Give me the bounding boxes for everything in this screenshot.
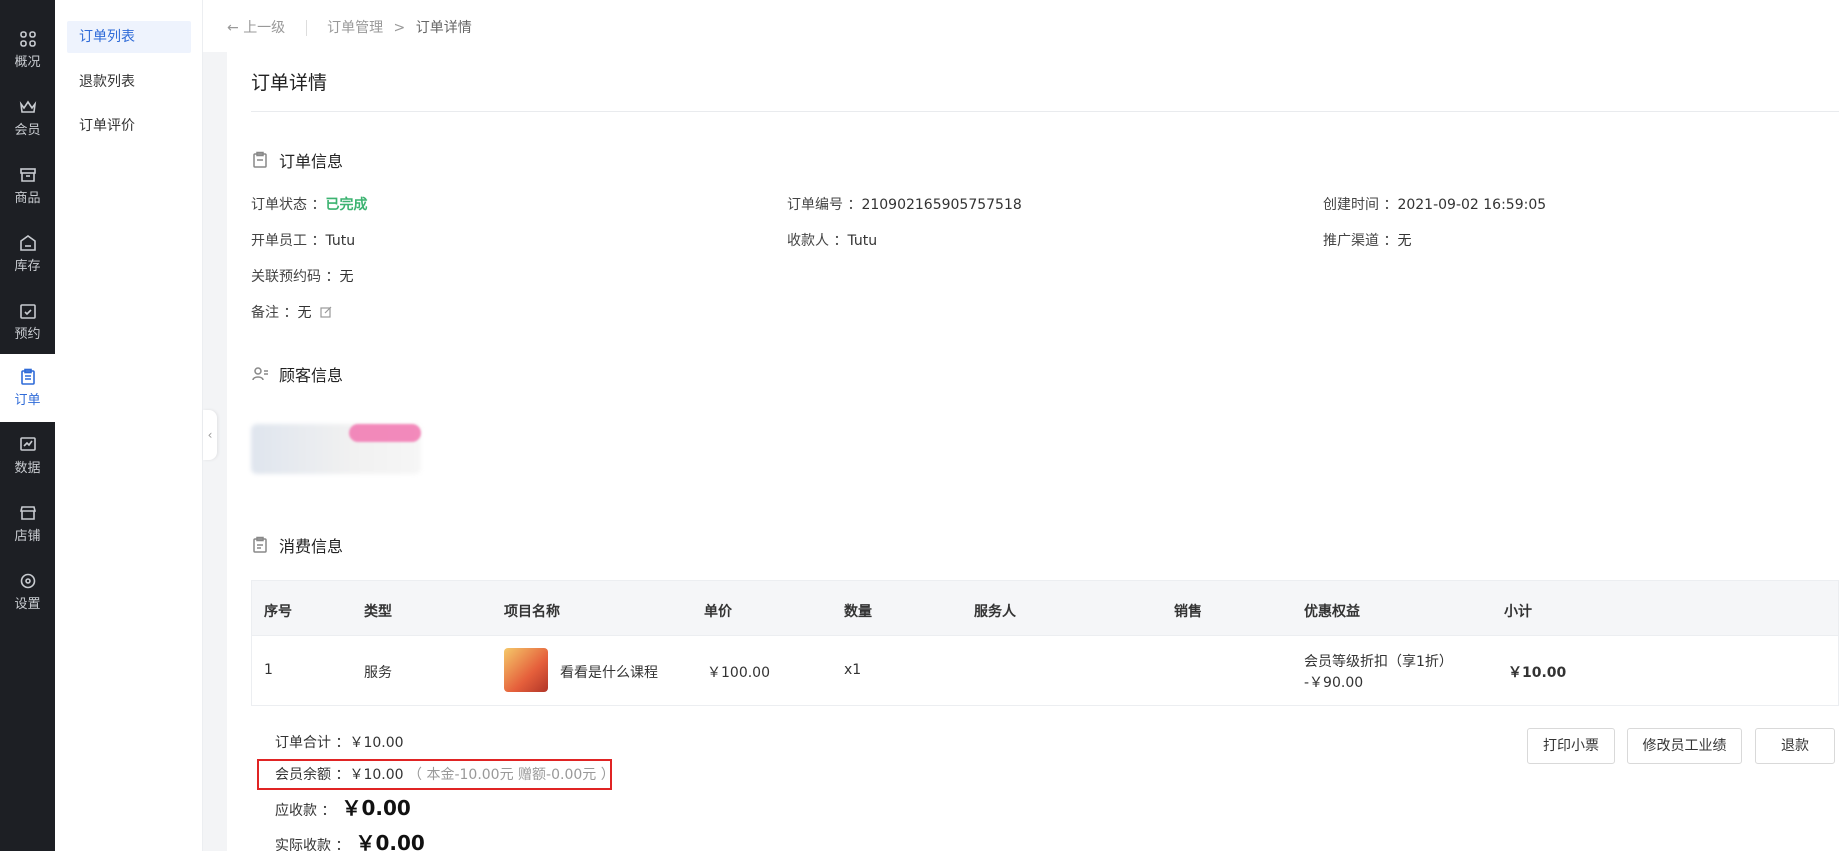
- edit-performance-button[interactable]: 修改员工业绩: [1627, 728, 1742, 764]
- receipt-icon: [253, 536, 267, 553]
- subnav-order-list[interactable]: 订单列表: [67, 21, 191, 53]
- collapse-sidebar-button[interactable]: ‹: [203, 410, 217, 460]
- cell-qty: x1: [844, 662, 862, 678]
- nav-item-booking[interactable]: 预约: [0, 288, 55, 356]
- grid-icon: [19, 31, 36, 47]
- col-discount: 优惠权益: [1304, 604, 1360, 620]
- warehouse-icon: [19, 235, 36, 251]
- main-nav: 概况 会员 商品 库存 预约 订单 数据 店铺 设置: [0, 0, 55, 851]
- breadcrumb-current: 订单详情: [415, 20, 472, 36]
- nav-item-goods[interactable]: 商品: [0, 152, 55, 220]
- store-box-icon: [19, 168, 36, 182]
- back-arrow-icon[interactable]: ←: [227, 20, 239, 36]
- subnav-order-review[interactable]: 订单评价: [67, 110, 191, 142]
- cell-type: 服务: [364, 665, 392, 681]
- nav-item-data[interactable]: 数据: [0, 422, 55, 490]
- member-badge-blurred: [349, 424, 421, 442]
- col-qty: 数量: [844, 604, 872, 620]
- customer-info-heading: 顾客信息: [251, 362, 343, 386]
- settings-icon: [20, 573, 35, 589]
- cell-subtotal: ￥10.00: [1508, 665, 1567, 681]
- nav-item-member[interactable]: 会员: [0, 84, 55, 152]
- nav-label: 库存: [14, 259, 41, 274]
- created-time: 创建时间 ：2021-09-02 16:59:05: [1323, 197, 1547, 213]
- cell-discount-line1: 会员等级折扣（享1折）: [1304, 654, 1453, 670]
- remark: 备注 ：无: [251, 302, 332, 322]
- crown-icon: [19, 100, 36, 113]
- table-row: 1 服务 看看是什么课程 ￥100.00 x1 会员等级折扣（享1折） -￥90…: [251, 636, 1839, 706]
- page-title: 订单详情: [251, 72, 328, 94]
- calendar-check-icon: [19, 304, 36, 319]
- receivable: 应收款 ： ￥0.00: [275, 796, 411, 820]
- col-sales: 销售: [1174, 604, 1202, 620]
- refund-button[interactable]: 退款: [1755, 728, 1835, 764]
- subnav-refund-list[interactable]: 退款列表: [67, 66, 191, 98]
- product-thumbnail: [504, 648, 548, 692]
- sub-nav: 订单列表 退款列表 订单评价: [55, 0, 203, 851]
- shop-icon: [19, 506, 36, 520]
- table-header: 序号 类型 项目名称 单价 数量 服务人 销售 优惠权益 小计: [251, 580, 1839, 636]
- clipboard-icon: [253, 151, 267, 168]
- order-status: 订单状态 ：已完成: [251, 197, 368, 213]
- col-price: 单价: [704, 604, 732, 620]
- nav-label: 商品: [14, 191, 41, 206]
- divider: [251, 111, 1839, 112]
- cell-discount-line2: -￥90.00: [1304, 675, 1364, 691]
- booking-code: 关联预约码 ：无: [251, 269, 354, 285]
- consume-table: 序号 类型 项目名称 单价 数量 服务人 销售 优惠权益 小计 1 服务 看看是…: [251, 580, 1839, 706]
- nav-item-overview[interactable]: 概况: [0, 16, 55, 84]
- col-index: 序号: [264, 604, 292, 620]
- nav-item-settings[interactable]: 设置: [0, 558, 55, 626]
- breadcrumb-separator: >: [393, 20, 406, 36]
- divider: [305, 20, 307, 36]
- back-link[interactable]: 上一级: [243, 20, 285, 36]
- breadcrumb: ← 上一级 订单管理 > 订单详情: [203, 0, 1839, 52]
- chevron-left-icon: ‹: [207, 428, 213, 442]
- nav-label: 数据: [14, 461, 41, 476]
- nav-label: 设置: [14, 597, 41, 612]
- balance-highlight-box: [257, 759, 612, 790]
- col-name: 项目名称: [504, 604, 560, 620]
- print-receipt-button[interactable]: 打印小票: [1527, 728, 1615, 764]
- nav-item-shop[interactable]: 店铺: [0, 490, 55, 558]
- payee: 收款人 ：Tutu: [787, 233, 878, 249]
- chart-icon: [19, 437, 36, 451]
- nav-label: 订单: [14, 393, 41, 408]
- consume-info-heading: 消费信息: [251, 533, 343, 557]
- nav-label: 店铺: [14, 529, 41, 544]
- promo-channel: 推广渠道 ：无: [1323, 233, 1412, 249]
- cell-index: 1: [264, 662, 273, 678]
- received: 实际收款 ： ￥0.00: [275, 831, 425, 851]
- order-staff: 开单员工 ：Tutu: [251, 233, 356, 249]
- edit-icon[interactable]: [320, 306, 332, 318]
- nav-item-stock[interactable]: 库存: [0, 220, 55, 288]
- breadcrumb-parent[interactable]: 订单管理: [327, 20, 383, 36]
- order-total: 订单合计 ：￥10.00: [275, 735, 404, 751]
- cell-price: ￥100.00: [707, 665, 770, 681]
- order-number: 订单编号 ：210902165905757518: [787, 197, 1022, 213]
- cell-name[interactable]: 看看是什么课程: [560, 662, 658, 682]
- nav-label: 预约: [14, 327, 41, 342]
- order-info-heading: 订单信息: [251, 148, 343, 172]
- user-card-icon: [252, 367, 268, 381]
- col-subtotal: 小计: [1504, 604, 1532, 620]
- nav-label: 概况: [14, 55, 41, 70]
- status-badge: 已完成: [325, 197, 368, 213]
- nav-label: 会员: [14, 123, 41, 138]
- col-type: 类型: [364, 604, 392, 620]
- nav-item-order[interactable]: 订单: [0, 354, 55, 422]
- clipboard-icon: [20, 368, 35, 385]
- col-server: 服务人: [974, 604, 1016, 620]
